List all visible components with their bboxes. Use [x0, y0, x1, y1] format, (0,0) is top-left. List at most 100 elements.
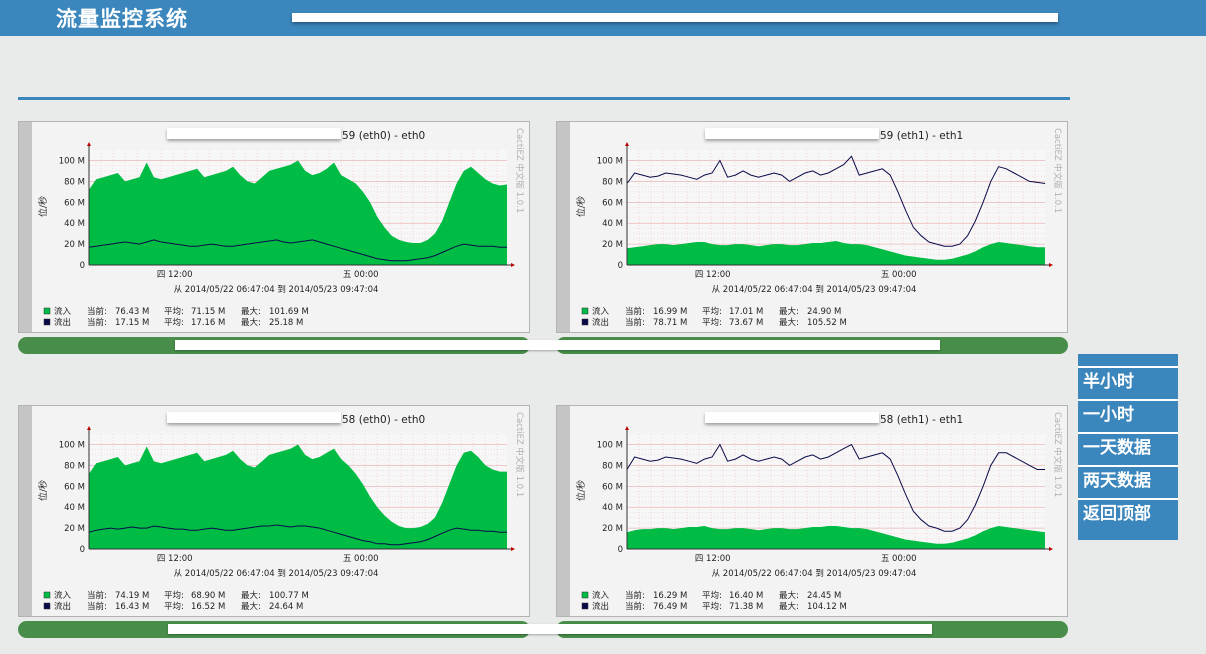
app-title: 流量监控系统 — [56, 6, 188, 31]
legend-max-value: 104.12 M — [807, 602, 847, 612]
legend-max-label: 最大: — [779, 601, 799, 612]
graph-title-redacted — [705, 128, 879, 139]
legend-max-label: 最大: — [779, 306, 799, 317]
y-tick-label: 60 M — [602, 198, 623, 208]
y-tick-label: 0 — [80, 261, 85, 271]
graph-panel-2[interactable]: 59 (eth1) - eth1 CactiEZ 中文版 1.0.1 位/秒 100 … — [556, 121, 1068, 333]
legend-average-value: 73.67 M — [729, 318, 763, 328]
traffic-graph: 59 (eth0) - eth0 CactiEZ 中文版 1.0.1 位/秒 100 … — [37, 128, 525, 328]
y-tick-label: 80 M — [64, 461, 85, 471]
y-tick-label: 80 M — [602, 177, 623, 187]
legend-average-label: 平均: — [164, 590, 184, 601]
y-tick-label: 40 M — [64, 503, 85, 513]
x-tick-label: 四 12:00 — [157, 554, 193, 564]
legend-current-label: 当前: — [625, 601, 645, 612]
x-tick-label: 四 12:00 — [695, 270, 731, 280]
legend-swatch — [43, 307, 51, 315]
legend-swatch — [43, 602, 51, 610]
y-tick-label: 40 M — [602, 219, 623, 229]
caption-redacted-1 — [175, 340, 940, 350]
caption-redacted-2 — [168, 624, 932, 634]
y-tick-label: 20 M — [64, 524, 85, 534]
legend-average-label: 平均: — [164, 306, 184, 317]
legend-max-label: 最大: — [779, 317, 799, 328]
legend-max-value: 24.45 M — [807, 591, 841, 601]
legend-current-label: 当前: — [625, 317, 645, 328]
legend-average-label: 平均: — [702, 306, 722, 317]
plot-area — [626, 434, 1045, 550]
legend-swatch — [581, 318, 589, 326]
legend-series-name: 流出 — [54, 317, 71, 328]
x-tick-label: 五 00:00 — [343, 270, 379, 280]
legend-current-value: 76.43 M — [115, 307, 149, 317]
graph-panel-1[interactable]: 59 (eth0) - eth0 CactiEZ 中文版 1.0.1 位/秒 100 … — [18, 121, 530, 333]
y-axis-arrow — [625, 142, 629, 146]
x-axis-arrow — [511, 263, 515, 267]
y-axis-arrow — [87, 142, 91, 146]
graph-title: 58 (eth0) - eth0 — [342, 414, 425, 426]
y-tick-label: 60 M — [64, 482, 85, 492]
x-axis-arrow — [1049, 263, 1053, 267]
y-tick-label: 100 M — [597, 440, 623, 450]
legend-current-value: 16.43 M — [115, 602, 149, 612]
graph-watermark: CactiEZ 中文版 1.0.1 — [1052, 128, 1063, 213]
legend-current-label: 当前: — [87, 306, 107, 317]
x-tick-label: 五 00:00 — [343, 554, 379, 564]
y-axis-label: 位/秒 — [37, 196, 49, 217]
legend-current-value: 16.99 M — [653, 307, 687, 317]
graph-panel-3[interactable]: 58 (eth0) - eth0 CactiEZ 中文版 1.0.1 位/秒 100 … — [18, 405, 530, 617]
legend-max-label: 最大: — [241, 590, 261, 601]
side-nav-two-days[interactable]: 两天数据 — [1078, 465, 1178, 493]
side-nav-half-hour[interactable]: 半小时 — [1078, 366, 1178, 394]
graph-panel-4[interactable]: 58 (eth1) - eth1 CactiEZ 中文版 1.0.1 位/秒 100 … — [556, 405, 1068, 617]
y-axis-arrow — [625, 426, 629, 430]
legend-average-value: 17.16 M — [191, 318, 225, 328]
graph-time-range: 从 2014/05/22 06:47:04 到 2014/05/23 09:47… — [712, 569, 917, 579]
legend-swatch — [43, 318, 51, 326]
legend-max-value: 105.52 M — [807, 318, 847, 328]
legend-max-label: 最大: — [241, 317, 261, 328]
legend-current-label: 当前: — [625, 306, 645, 317]
legend-series-name: 流出 — [592, 317, 609, 328]
x-tick-label: 五 00:00 — [881, 554, 917, 564]
y-tick-label: 20 M — [602, 524, 623, 534]
traffic-graph: 59 (eth1) - eth1 CactiEZ 中文版 1.0.1 位/秒 100 … — [575, 128, 1063, 328]
legend-average-label: 平均: — [702, 590, 722, 601]
y-axis-label: 位/秒 — [575, 196, 587, 217]
graph-title: 59 (eth1) - eth1 — [880, 130, 963, 142]
legend-average-value: 16.52 M — [191, 602, 225, 612]
graph-time-range: 从 2014/05/22 06:47:04 到 2014/05/23 09:47… — [174, 569, 379, 579]
legend-average-value: 71.15 M — [191, 307, 225, 317]
side-nav-one-hour[interactable]: 一小时 — [1078, 399, 1178, 427]
side-nav-one-day[interactable]: 一天数据 — [1078, 432, 1178, 460]
y-tick-label: 80 M — [64, 177, 85, 187]
top-nav-redacted[interactable] — [292, 13, 1058, 22]
legend-current-value: 17.15 M — [115, 318, 149, 328]
y-tick-label: 20 M — [602, 240, 623, 250]
side-nav-back-to-top[interactable]: 返回顶部 — [1078, 498, 1178, 526]
y-tick-label: 60 M — [602, 482, 623, 492]
legend-current-value: 78.71 M — [653, 318, 687, 328]
graph-title-redacted — [167, 412, 341, 423]
graph-title-redacted — [705, 412, 879, 423]
x-axis-arrow — [511, 547, 515, 551]
x-tick-label: 四 12:00 — [157, 270, 193, 280]
legend-swatch — [581, 307, 589, 315]
y-tick-label: 40 M — [602, 503, 623, 513]
legend-current-label: 当前: — [87, 601, 107, 612]
legend-average-label: 平均: — [702, 601, 722, 612]
y-tick-label: 80 M — [602, 461, 623, 471]
y-tick-label: 100 M — [597, 156, 623, 166]
legend-average-value: 71.38 M — [729, 602, 763, 612]
header-divider — [18, 97, 1070, 100]
legend-max-value: 24.90 M — [807, 307, 841, 317]
x-tick-label: 五 00:00 — [881, 270, 917, 280]
time-range-nav: 半小时 一小时 一天数据 两天数据 返回顶部 — [1078, 354, 1178, 540]
legend-current-label: 当前: — [625, 590, 645, 601]
graph-title: 59 (eth0) - eth0 — [342, 130, 425, 142]
legend-average-label: 平均: — [164, 601, 184, 612]
graph-time-range: 从 2014/05/22 06:47:04 到 2014/05/23 09:47… — [712, 285, 917, 295]
legend-series-name: 流入 — [54, 590, 72, 601]
y-tick-label: 20 M — [64, 240, 85, 250]
y-axis-arrow — [87, 426, 91, 430]
